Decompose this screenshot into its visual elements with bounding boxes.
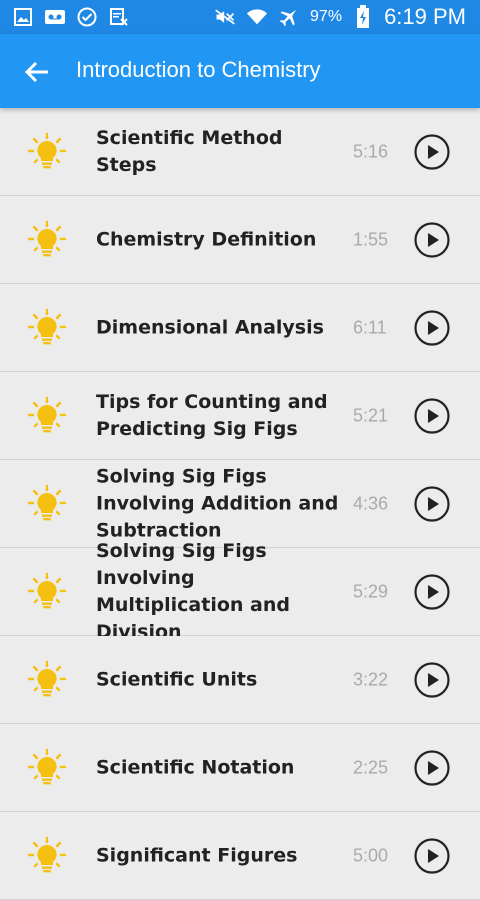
lightbulb-icon	[27, 836, 67, 876]
battery-charging-icon	[352, 5, 374, 28]
lesson-duration: 2:25	[353, 757, 389, 777]
airplane-icon	[278, 6, 300, 28]
list-item[interactable]: Significant Figures 5:00	[0, 812, 480, 900]
lightbulb-icon	[27, 572, 67, 612]
lesson-duration: 5:16	[353, 141, 389, 161]
play-icon[interactable]	[414, 133, 450, 170]
lesson-duration: 5:21	[353, 405, 389, 425]
lesson-title: Scientific Method Steps	[96, 126, 283, 176]
lesson-title: Scientific Units	[96, 668, 258, 690]
lesson-title: Tips for Counting and Predicting Sig Fig…	[96, 390, 328, 440]
lightbulb-icon	[27, 748, 67, 788]
clock: 6:19 PM	[384, 4, 466, 29]
lesson-list: Scientific Method Steps 5:16 Chemistry Def…	[0, 108, 480, 900]
voicemail-icon	[44, 6, 66, 28]
notification-icons	[12, 6, 130, 28]
lightbulb-icon	[27, 132, 67, 172]
list-item[interactable]: Tips for Counting and Predicting Sig Fig…	[0, 372, 480, 460]
lesson-duration: 4:36	[353, 493, 389, 513]
lightbulb-icon	[27, 484, 67, 524]
list-item[interactable]: Solving Sig Figs Involving Multiplicatio…	[0, 540, 480, 643]
wifi-icon	[246, 6, 268, 28]
lesson-duration: 1:55	[353, 229, 389, 249]
lightbulb-icon	[27, 660, 67, 700]
play-icon[interactable]	[414, 573, 450, 610]
lightbulb-icon	[27, 308, 67, 348]
lesson-title: Significant Figures	[96, 844, 298, 866]
lesson-title: Solving Sig Figs Involving Addition and …	[96, 465, 339, 541]
list-item[interactable]: Dimensional Analysis 6:11	[0, 284, 480, 372]
lesson-title: Chemistry Definition	[96, 228, 317, 250]
list-item[interactable]: Scientific Method Steps 5:16	[0, 108, 480, 196]
app-bar: Introduction to Chemistry	[0, 34, 480, 108]
play-icon[interactable]	[414, 837, 450, 874]
lesson-duration: 5:00	[353, 845, 389, 865]
lesson-title: Solving Sig Figs Involving Multiplicatio…	[96, 539, 290, 643]
list-item[interactable]: Solving Sig Figs Involving Addition and …	[0, 460, 480, 548]
list-item[interactable]: Scientific Units 3:22	[0, 636, 480, 724]
play-icon[interactable]	[414, 485, 450, 522]
arrow-back-icon[interactable]	[22, 57, 52, 87]
play-icon[interactable]	[414, 749, 450, 786]
list-item[interactable]: Scientific Notation 2:25	[0, 724, 480, 812]
status-bar: 97% 6:19 PM	[0, 0, 480, 34]
lesson-duration: 6:11	[353, 317, 387, 337]
list-item[interactable]: Chemistry Definition 1:55	[0, 196, 480, 284]
lesson-duration: 5:29	[353, 581, 389, 601]
calendar-icon	[108, 6, 130, 28]
play-icon[interactable]	[414, 309, 450, 346]
lightbulb-icon	[27, 396, 67, 436]
page-title: Introduction to Chemistry	[76, 57, 321, 82]
lesson-title: Scientific Notation	[96, 756, 295, 778]
system-icons: 97% 6:19 PM	[214, 4, 466, 30]
lesson-duration: 3:22	[353, 669, 389, 689]
photo-icon	[12, 6, 34, 28]
mute-icon	[214, 6, 236, 28]
battery-percentage: 97%	[310, 8, 343, 25]
play-icon[interactable]	[414, 661, 450, 698]
play-icon[interactable]	[414, 397, 450, 434]
check-circle-icon	[76, 6, 98, 28]
play-icon[interactable]	[414, 221, 450, 258]
lesson-title: Dimensional Analysis	[96, 316, 324, 338]
lightbulb-icon	[27, 220, 67, 260]
